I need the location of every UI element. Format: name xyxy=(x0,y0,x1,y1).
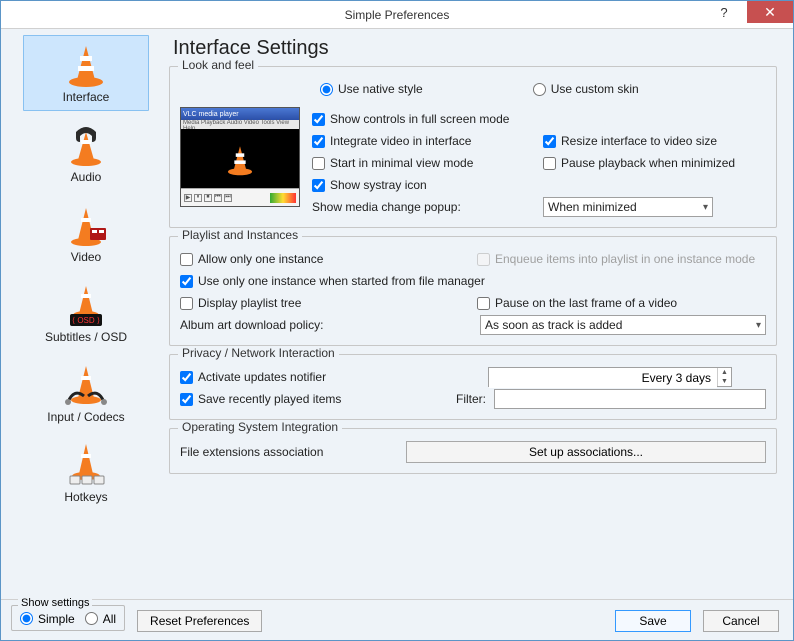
systray-checkbox[interactable]: Show systray icon xyxy=(312,178,427,192)
sidebar-item-hotkeys[interactable]: Hotkeys xyxy=(23,435,149,511)
filter-input[interactable] xyxy=(494,389,766,409)
custom-skin-radio[interactable]: Use custom skin xyxy=(533,82,639,96)
group-legend: Look and feel xyxy=(178,58,258,72)
svg-text:⟨ OSD ⟩: ⟨ OSD ⟩ xyxy=(72,316,100,325)
media-popup-combo[interactable]: When minimized xyxy=(543,197,713,217)
close-button[interactable]: ✕ xyxy=(747,1,793,23)
native-style-radio[interactable]: Use native style xyxy=(320,82,423,96)
help-button[interactable]: ? xyxy=(701,1,747,23)
save-recent-checkbox[interactable]: Save recently played items xyxy=(180,392,442,406)
group-legend: Playlist and Instances xyxy=(178,228,302,242)
setup-associations-button[interactable]: Set up associations... xyxy=(406,441,766,463)
sidebar-label: Audio xyxy=(71,170,102,184)
interface-icon xyxy=(62,40,110,88)
titlebar: Simple Preferences ? ✕ xyxy=(1,1,793,29)
interface-preview-thumb: VLC media player Media Playback Audio Vi… xyxy=(180,107,300,207)
sidebar-item-audio[interactable]: Audio xyxy=(23,115,149,191)
show-controls-checkbox[interactable]: Show controls in full screen mode xyxy=(312,112,535,126)
subtitles-icon: ⟨ OSD ⟩ xyxy=(62,280,110,328)
os-integration-group: Operating System Integration File extens… xyxy=(169,428,777,474)
minimal-view-checkbox[interactable]: Start in minimal view mode xyxy=(312,156,535,170)
update-interval-spinner[interactable]: ▲▼ xyxy=(488,367,732,387)
one-instance-checkbox[interactable]: Allow only one instance xyxy=(180,252,469,266)
video-icon xyxy=(62,200,110,248)
show-all-radio[interactable]: All xyxy=(85,612,116,626)
updates-notifier-checkbox[interactable]: Activate updates notifier xyxy=(180,370,480,384)
codecs-icon xyxy=(62,360,110,408)
sidebar-item-subtitles[interactable]: ⟨ OSD ⟩ Subtitles / OSD xyxy=(23,275,149,351)
integrate-video-checkbox[interactable]: Integrate video in interface xyxy=(312,134,535,148)
update-interval-input[interactable] xyxy=(489,368,717,388)
sidebar-label: Input / Codecs xyxy=(47,410,124,424)
save-button[interactable]: Save xyxy=(615,610,691,632)
sidebar-item-video[interactable]: Video xyxy=(23,195,149,271)
sidebar-label: Subtitles / OSD xyxy=(45,330,127,344)
settings-panel: Interface Settings Look and feel Use nat… xyxy=(157,29,793,599)
album-art-combo[interactable]: As soon as track is added xyxy=(480,315,766,335)
spinner-down-icon[interactable]: ▼ xyxy=(718,377,731,386)
file-manager-instance-checkbox[interactable]: Use only one instance when started from … xyxy=(180,274,485,288)
resize-interface-checkbox[interactable]: Resize interface to video size xyxy=(543,134,766,148)
spinner-up-icon[interactable]: ▲ xyxy=(718,368,731,377)
window-title: Simple Preferences xyxy=(1,8,793,22)
pause-minimized-checkbox[interactable]: Pause playback when minimized xyxy=(543,156,766,170)
media-popup-label: Show media change popup: xyxy=(312,200,535,214)
enqueue-checkbox: Enqueue items into playlist in one insta… xyxy=(477,252,766,266)
sidebar-label: Video xyxy=(71,250,101,264)
pause-last-frame-checkbox[interactable]: Pause on the last frame of a video xyxy=(477,296,766,310)
page-title: Interface Settings xyxy=(173,37,777,60)
bottom-bar: Show settings Simple All Reset Preferenc… xyxy=(1,599,793,641)
file-ext-label: File extensions association xyxy=(180,445,398,459)
category-sidebar: Interface Audio Video ⟨ OSD ⟩ Subtitles … xyxy=(1,29,157,599)
sidebar-item-interface[interactable]: Interface xyxy=(23,35,149,111)
filter-label: Filter: xyxy=(450,392,486,406)
reset-preferences-button[interactable]: Reset Preferences xyxy=(137,610,262,632)
cancel-button[interactable]: Cancel xyxy=(703,610,779,632)
show-simple-radio[interactable]: Simple xyxy=(20,612,75,626)
hotkeys-icon xyxy=(62,440,110,488)
group-legend: Privacy / Network Interaction xyxy=(178,346,339,360)
sidebar-label: Hotkeys xyxy=(64,490,107,504)
sidebar-item-input-codecs[interactable]: Input / Codecs xyxy=(23,355,149,431)
album-art-label: Album art download policy: xyxy=(180,318,480,332)
playlist-instances-group: Playlist and Instances Allow only one in… xyxy=(169,236,777,346)
sidebar-label: Interface xyxy=(63,90,110,104)
privacy-group: Privacy / Network Interaction Activate u… xyxy=(169,354,777,420)
playlist-tree-checkbox[interactable]: Display playlist tree xyxy=(180,296,469,310)
show-settings-group: Show settings Simple All xyxy=(11,605,125,631)
titlebar-buttons: ? ✕ xyxy=(701,1,793,23)
audio-icon xyxy=(62,120,110,168)
group-legend: Operating System Integration xyxy=(178,420,342,434)
look-and-feel-group: Look and feel Use native style Use custo… xyxy=(169,66,777,228)
